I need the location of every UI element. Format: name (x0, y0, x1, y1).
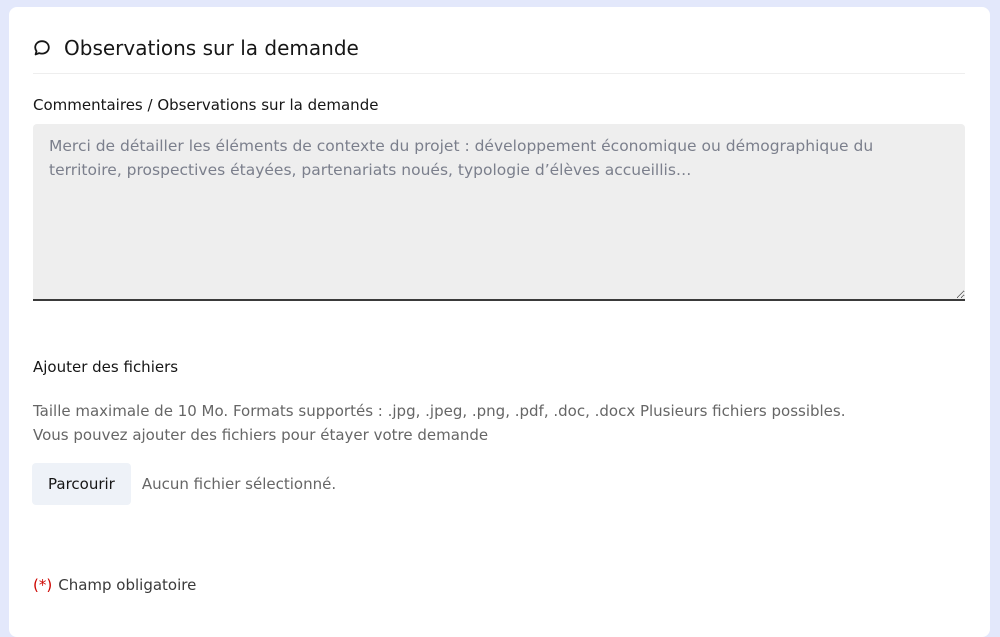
file-input: Parcourir Aucun fichier sélectionné. (32, 463, 336, 505)
upload-hint: Taille maximale de 10 Mo. Formats suppor… (33, 399, 963, 447)
section-header: Observations sur la demande (33, 33, 359, 63)
required-text: Champ obligatoire (58, 576, 197, 594)
header-divider (33, 73, 965, 74)
required-marker: (*) (33, 576, 53, 594)
comments-label: Commentaires / Observations sur la deman… (33, 96, 379, 114)
comments-textarea[interactable] (33, 124, 965, 301)
upload-hint-line-2: Vous pouvez ajouter des fichiers pour ét… (33, 426, 489, 444)
required-field-note: (*) Champ obligatoire (33, 575, 196, 595)
upload-label: Ajouter des fichiers (33, 358, 179, 376)
browse-button[interactable]: Parcourir (32, 463, 131, 505)
upload-hint-line-1: Taille maximale de 10 Mo. Formats suppor… (33, 402, 846, 420)
observations-card: Observations sur la demande Commentaires… (9, 7, 990, 637)
file-status: Aucun fichier sélectionné. (141, 475, 337, 493)
section-title: Observations sur la demande (64, 36, 359, 60)
chat-bubble-icon (33, 39, 51, 57)
